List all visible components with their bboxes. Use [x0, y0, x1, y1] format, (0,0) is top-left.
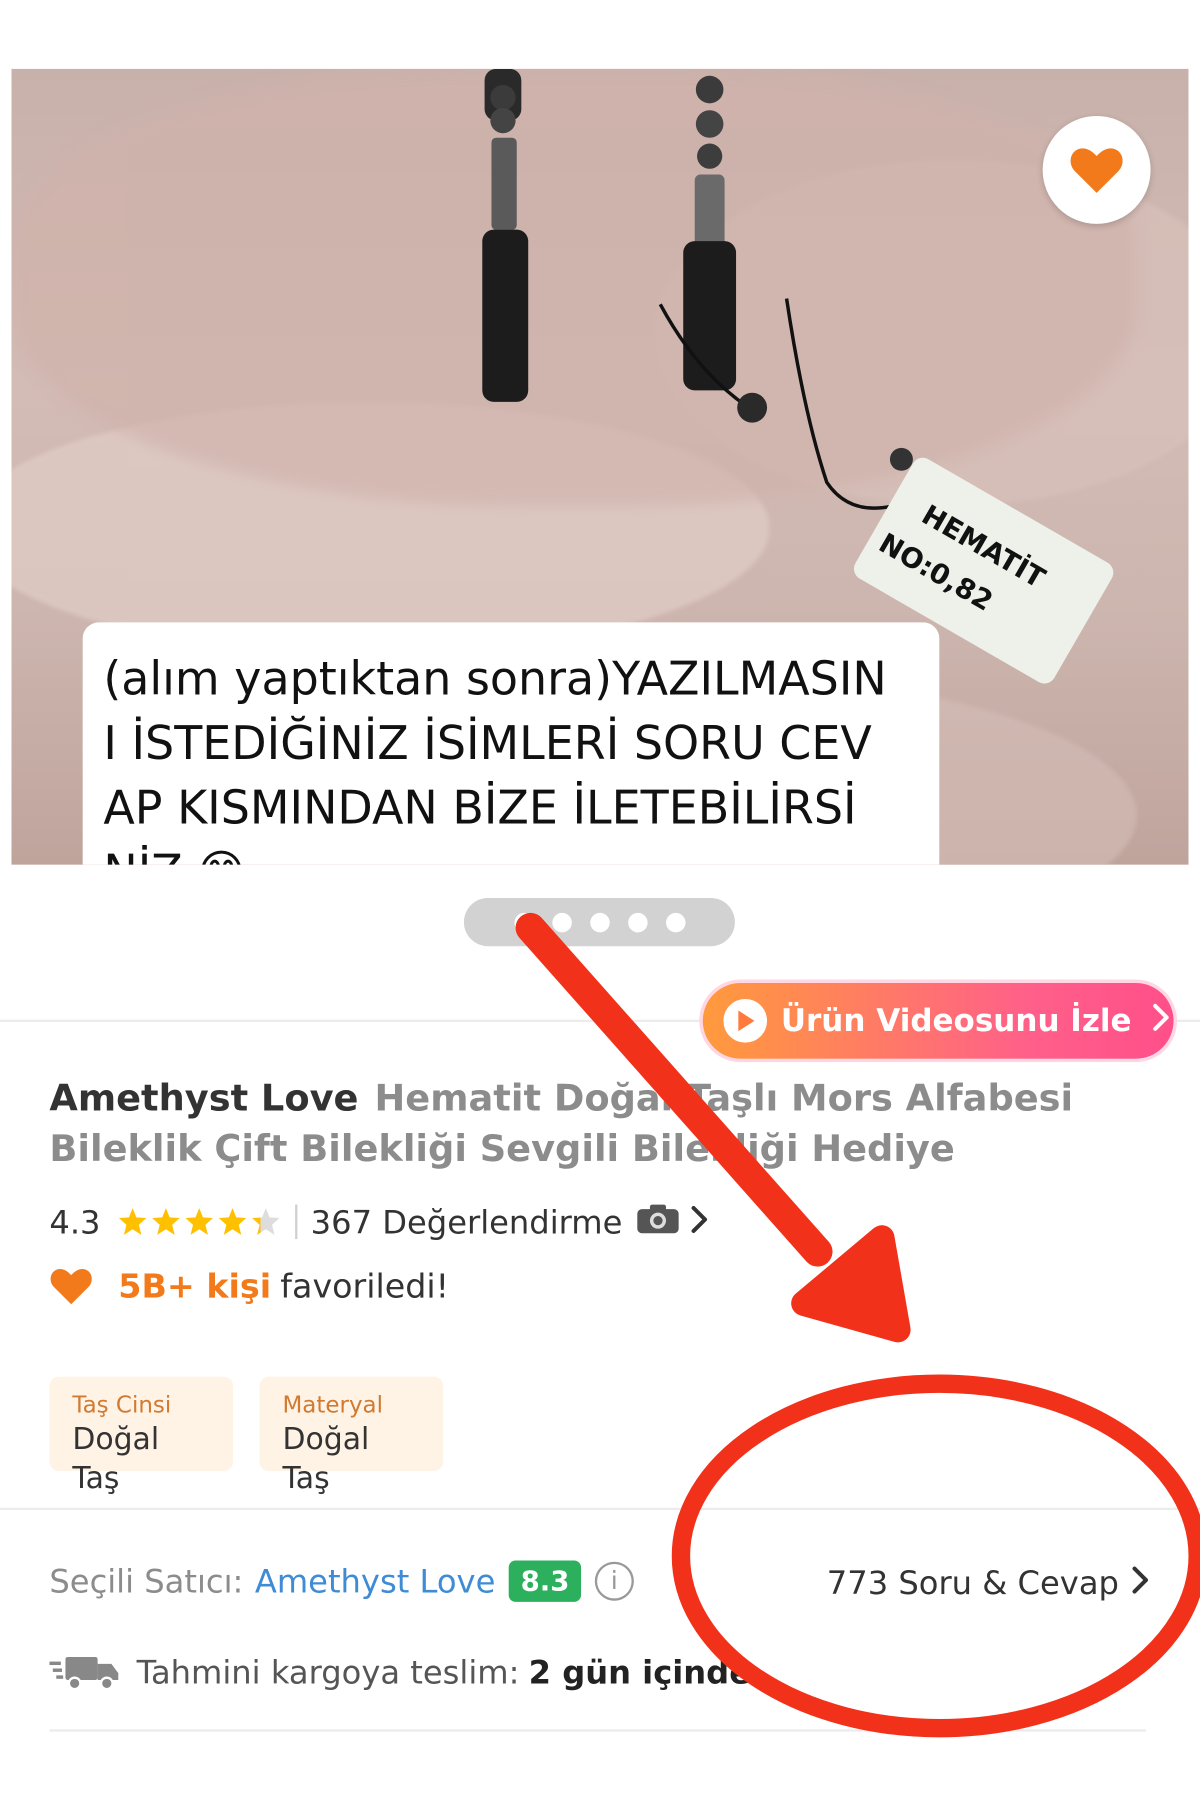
- star-icon: [118, 1208, 146, 1235]
- shipping-label: Tahmini kargoya teslim:: [136, 1652, 520, 1691]
- caption-line: (alım yaptıktan sonra)YAZILMASIN: [103, 653, 887, 707]
- image-caption: (alım yaptıktan sonra)YAZILMASIN I İSTEDİ…: [82, 622, 940, 865]
- shipping-value: 2 gün içinde: [528, 1652, 752, 1691]
- heart-icon: [50, 1269, 92, 1305]
- attribute-value: Doğal Taş: [72, 1422, 160, 1497]
- divider: [49, 1729, 1147, 1732]
- caption-line: AP KISMINDAN BİZE İLETEBİLİRSİ: [103, 781, 857, 835]
- seller-label: Seçili Satıcı:: [49, 1562, 244, 1601]
- favorites-text: favoriledi!: [280, 1266, 449, 1306]
- chevron-right-icon: [691, 1203, 708, 1241]
- watch-product-video-button[interactable]: Ürün Videosunu İzle: [702, 982, 1174, 1059]
- qa-label: 773 Soru & Cevap: [826, 1563, 1119, 1602]
- attribute-key: Materyal: [282, 1390, 383, 1419]
- rating-row[interactable]: 4.3 367 Değerlendirme: [49, 1197, 708, 1248]
- review-count[interactable]: 367 Değerlendirme: [311, 1203, 623, 1241]
- camera-icon: [636, 1202, 680, 1242]
- star-icon: [151, 1208, 180, 1235]
- caption-line: I İSTEDİĞİNİZ İSİMLERİ SORU CEV: [103, 717, 872, 771]
- favorites-count: 5B+ kişi favoriledi!: [49, 1261, 449, 1312]
- carousel-indicator[interactable]: [463, 897, 735, 947]
- chevron-right-icon: [1152, 1002, 1170, 1040]
- product-title: Amethyst Love Hematit Doğal Taşlı Mors Al…: [49, 1073, 1151, 1174]
- divider: [0, 1507, 1200, 1511]
- video-button-label: Ürün Videosunu İzle: [780, 1003, 1132, 1039]
- carousel-dot[interactable]: [665, 912, 685, 932]
- carousel-dot[interactable]: [589, 912, 610, 932]
- attribute-value: Doğal Taş: [282, 1422, 370, 1497]
- brand-name[interactable]: Amethyst Love: [49, 1076, 358, 1120]
- star-icon: [185, 1208, 213, 1235]
- carousel-dot-active[interactable]: [513, 912, 534, 932]
- selected-seller: Seçili Satıcı: Amethyst Love 8.3 i: [49, 1553, 634, 1610]
- seller-score-badge: 8.3: [509, 1560, 581, 1602]
- carousel-dot[interactable]: [627, 912, 648, 932]
- rating-value: 4.3: [49, 1202, 101, 1241]
- attribute-chip-stone-type[interactable]: Taş Cinsi Doğal Taş: [49, 1376, 234, 1496]
- rating-stars: [117, 1207, 281, 1237]
- product-image[interactable]: HEMATİT NO:0,82 (alım yaptıktan sonra)YA…: [11, 68, 1189, 865]
- carousel-dot[interactable]: [551, 912, 572, 932]
- chevron-right-icon: [1132, 1563, 1149, 1601]
- favorites-number: 5B+ kişi: [118, 1266, 272, 1306]
- star-icon: [251, 1208, 279, 1235]
- attribute-chip-material[interactable]: Materyal Doğal Taş: [259, 1376, 444, 1496]
- annotation-arrow-head: [791, 1225, 911, 1343]
- add-to-favorites-button[interactable]: [1042, 115, 1151, 224]
- separator: [294, 1204, 297, 1240]
- attribute-key: Taş Cinsi: [72, 1390, 172, 1419]
- truck-icon: [49, 1656, 119, 1691]
- shipping-estimate: Tahmini kargoya teslim: 2 gün içinde: [49, 1644, 751, 1699]
- product-page: HEMATİT NO:0,82 (alım yaptıktan sonra)YA…: [0, 0, 1200, 1801]
- star-icon: [218, 1208, 246, 1235]
- info-icon[interactable]: i: [594, 1561, 634, 1601]
- questions-answers-link[interactable]: 773 Soru & Cevap: [827, 1557, 1149, 1608]
- heart-icon: [1070, 148, 1123, 193]
- play-icon: [723, 999, 768, 1043]
- annotation-circle: [671, 1374, 1200, 1738]
- caption-line: NİZ 😊: [103, 841, 918, 864]
- seller-name-link[interactable]: Amethyst Love: [255, 1562, 496, 1600]
